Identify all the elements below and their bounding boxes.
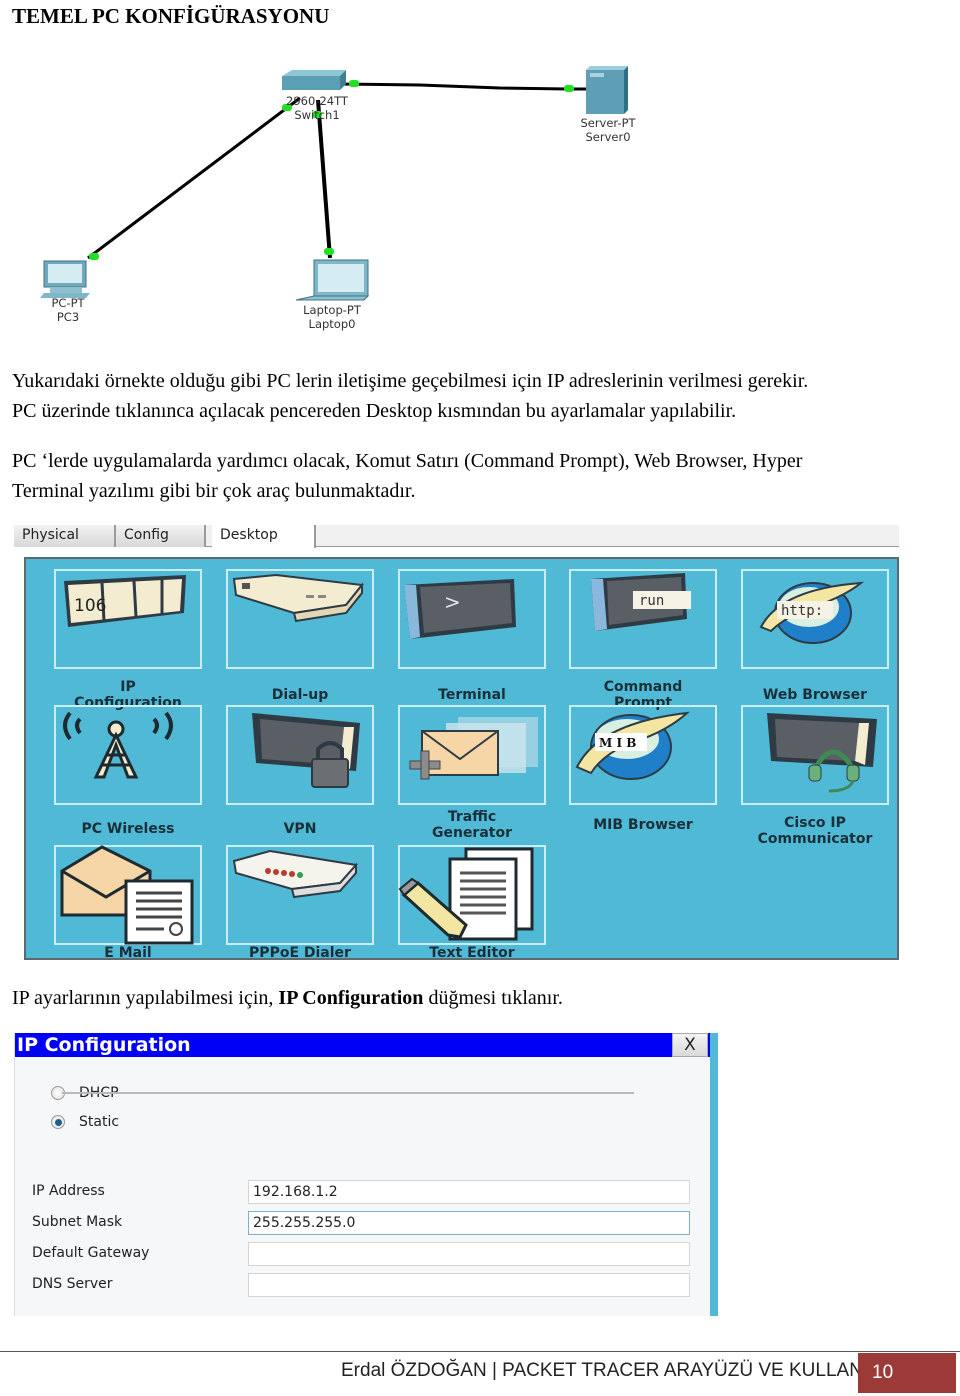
mib-browser-icon: M I B — [575, 711, 690, 780]
text-line: Yukarıdaki örnekte olduğu gibi PC lerin … — [12, 370, 809, 392]
device-name: Laptop0 — [308, 317, 356, 331]
link-light — [564, 85, 574, 92]
device-model: 2960-24TT — [286, 94, 348, 108]
page-number: 10 — [858, 1353, 956, 1393]
label-line: E Mail — [104, 945, 152, 961]
app-label: Dial-up — [216, 687, 384, 703]
icon-text: run — [639, 593, 664, 609]
device-model: Laptop-PT — [303, 303, 361, 317]
label-line: Generator — [431, 825, 512, 841]
dns-server-label: DNS Server — [32, 1276, 113, 1292]
ip-address-label: IP Address — [32, 1183, 105, 1199]
app-label: Terminal — [388, 687, 556, 703]
device-name: Switch1 — [294, 108, 340, 122]
text-editor-icon — [398, 847, 534, 941]
link-switch-pc[interactable] — [87, 96, 301, 260]
desktop-pc-icon[interactable] — [40, 260, 90, 298]
terminal-icon: > — [404, 579, 516, 639]
network-topology: 2960-24TT Switch1 Server-PT Server0 PC-P… — [0, 40, 700, 340]
label-line: PC Wireless — [81, 821, 175, 837]
web-browser-icon: http: — [759, 581, 865, 644]
text-run: düğmesi tıklanır. — [423, 987, 563, 1009]
ip-communicator-headset-icon — [767, 713, 877, 793]
label-line: PPPoE Dialer — [249, 945, 351, 961]
device-name: Server0 — [585, 130, 631, 144]
label-line: Text Editor — [429, 945, 515, 961]
ip-configuration-icon: 106 — [64, 575, 186, 627]
subnet-mask-input[interactable]: 255.255.255.0 — [248, 1211, 690, 1235]
label-line: VPN — [283, 821, 317, 837]
label-line: Cisco IP — [784, 815, 846, 831]
label-line: Dial-up — [271, 687, 329, 703]
app-label: VPN — [216, 821, 384, 837]
paragraph-intro: Yukarıdaki örnekte olduğu gibi PC lerin … — [12, 366, 952, 426]
paragraph-ip-config: IP ayarlarının yapılabilmesi için, IP Co… — [12, 983, 952, 1013]
tab-config[interactable]: Config — [116, 525, 206, 547]
paragraph-tools: PC ‘lerde uygulamalarda yardımcı olacak,… — [12, 446, 952, 506]
label-line: Web Browser — [762, 687, 868, 703]
footer-divider — [0, 1351, 960, 1352]
dns-server-input[interactable] — [248, 1273, 690, 1297]
text-run: IP ayarlarının yapılabilmesi için, — [12, 987, 279, 1009]
link-switch-laptop[interactable] — [312, 99, 334, 259]
icon-text: http: — [781, 603, 823, 619]
laptop-icon[interactable] — [295, 259, 370, 301]
link-switch-server[interactable] — [339, 80, 600, 92]
switch-label: 2960-24TT Switch1 — [262, 94, 372, 122]
device-model: PC-PT — [51, 296, 85, 310]
tab-physical[interactable]: Physical — [14, 525, 116, 547]
ip-address-input[interactable]: 192.168.1.2 — [248, 1180, 690, 1204]
subnet-mask-label: Subnet Mask — [32, 1214, 123, 1230]
device-tab-bar: Physical Config Desktop — [14, 525, 899, 548]
server-icon[interactable] — [586, 66, 628, 114]
label-line: Command — [603, 679, 683, 695]
text-line: PC üzerinde tıklanınca açılacak pencered… — [12, 400, 737, 422]
app-label: Cisco IP Communicator — [731, 815, 899, 847]
pppoe-dialer-icon — [232, 849, 358, 899]
label-line: Communicator — [757, 831, 873, 847]
link-light — [89, 253, 99, 260]
desktop-panel: 106 IP Configuration Dial-up > Terminal — [24, 557, 899, 961]
page-heading: TEMEL PC KONFİGÜRASYONU — [12, 4, 330, 28]
app-label: PC Wireless — [44, 821, 212, 837]
icon-text: M I B — [599, 736, 636, 750]
app-label: Traffic Generator — [388, 809, 556, 841]
device-model: Server-PT — [580, 116, 636, 130]
traffic-generator-icon — [409, 717, 538, 780]
text-run-bold: IP Configuration — [278, 987, 424, 1009]
vpn-lock-icon — [252, 713, 360, 788]
default-gateway-label: Default Gateway — [32, 1245, 150, 1261]
tab-desktop[interactable]: Desktop — [212, 525, 316, 548]
text-line: Terminal yazılımı gibi bir çok araç bulu… — [12, 480, 416, 502]
server-label: Server-PT Server0 — [556, 116, 660, 144]
pc-label: PC-PT PC3 — [24, 296, 112, 324]
dial-up-modem-icon — [232, 573, 364, 623]
label-line: Terminal — [438, 687, 506, 703]
email-icon — [60, 845, 194, 945]
footer-text: Erdal ÖZDOĞAN | PACKET TRACER ARAYÜZÜ VE… — [341, 1360, 890, 1381]
app-label: Text Editor — [388, 945, 556, 961]
app-label: MIB Browser — [559, 817, 727, 833]
switch-icon[interactable] — [282, 70, 346, 90]
link-light — [324, 248, 334, 255]
ip-fields: IP Address 192.168.1.2 Subnet Mask 255.2… — [14, 1033, 718, 1316]
label-line: Traffic — [447, 809, 497, 825]
device-name: PC3 — [56, 310, 80, 324]
app-label: Web Browser — [731, 687, 899, 703]
app-label: PPPoE Dialer — [216, 945, 384, 961]
icon-text: 106 — [74, 596, 106, 616]
icon-text: > — [444, 590, 461, 614]
link-light — [349, 80, 359, 87]
text-line: PC ‘lerde uygulamalarda yardımcı olacak,… — [12, 450, 803, 472]
default-gateway-input[interactable] — [248, 1242, 690, 1266]
laptop-label: Laptop-PT Laptop0 — [282, 303, 382, 331]
label-line: IP — [120, 679, 136, 695]
wireless-tower-icon — [63, 711, 173, 779]
topology-canvas — [40, 66, 628, 301]
command-prompt-icon: run — [591, 573, 691, 631]
app-label: E Mail — [44, 945, 212, 961]
label-line: MIB Browser — [593, 817, 693, 833]
